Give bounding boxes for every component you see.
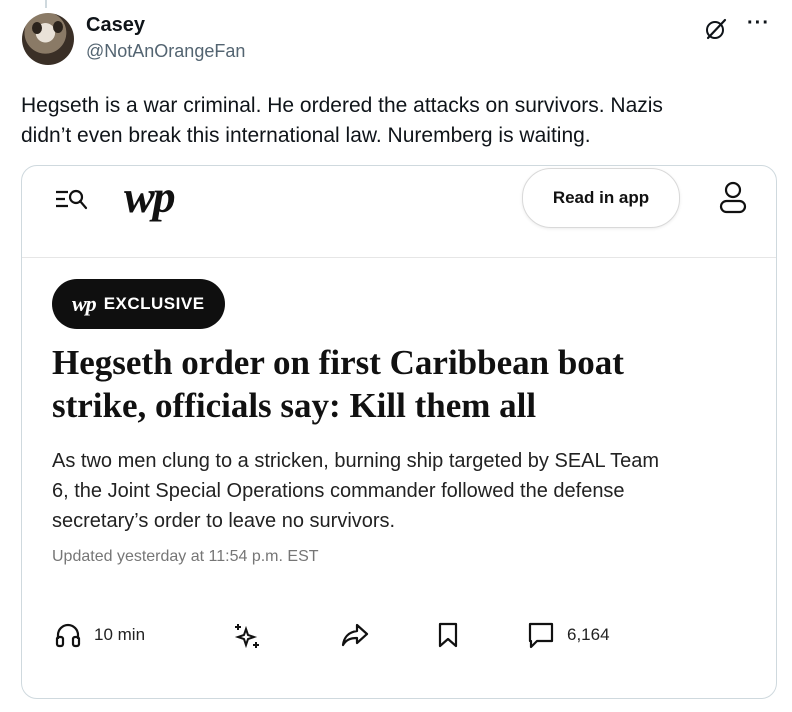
updated-timestamp: Updated yesterday at 11:54 p.m. EST <box>52 548 319 565</box>
article-headline[interactable]: Hegseth order on first Caribbean boat st… <box>52 341 742 427</box>
author-name[interactable]: Casey <box>86 14 145 37</box>
sparkle-icon <box>234 624 259 649</box>
tweet-text-line: didn’t even break this international law… <box>21 124 591 147</box>
gift-article-button[interactable] <box>232 621 262 651</box>
dek-line: secretary’s order to leave no survivors. <box>52 510 396 532</box>
comment-icon <box>528 622 554 649</box>
dek-line: 6, the Joint Special Operations commande… <box>52 480 625 502</box>
menu-search-icon[interactable] <box>54 186 90 214</box>
badge-label: EXCLUSIVE <box>103 294 205 313</box>
listen-button[interactable]: 10 min <box>54 621 145 649</box>
article-card[interactable]: wp Read in app wp EXCLUSIVE Hegseth orde… <box>21 165 777 699</box>
comments-button[interactable]: 6,164 <box>527 621 610 649</box>
grok-icon[interactable] <box>704 17 728 41</box>
author-handle[interactable]: @NotAnOrangeFan <box>86 41 245 62</box>
avatar-ear-left <box>32 22 42 34</box>
more-options-icon[interactable]: ··· <box>747 12 770 35</box>
badge-logo: wp <box>72 291 97 316</box>
headline-line: Hegseth order on first Caribbean boat <box>52 343 624 382</box>
save-button[interactable] <box>437 621 459 649</box>
tweet-text-line: Hegseth is a war criminal. He ordered th… <box>21 94 663 117</box>
share-arrow-icon <box>341 623 369 647</box>
exclusive-badge: wp EXCLUSIVE <box>52 279 225 329</box>
thread-connector-line <box>45 0 47 8</box>
washington-post-logo[interactable]: wp <box>124 170 176 223</box>
read-in-app-button[interactable]: Read in app <box>522 168 680 228</box>
user-icon[interactable] <box>718 180 748 214</box>
listen-duration: 10 min <box>94 625 146 644</box>
article-header: wp Read in app <box>22 166 776 258</box>
headphones-icon <box>55 623 81 648</box>
headline-line: strike, officials say: Kill them all <box>52 386 537 425</box>
tweet-text: Hegseth is a war criminal. He ordered th… <box>21 91 771 151</box>
bookmark-icon <box>438 622 458 648</box>
avatar-ear-right <box>53 21 63 33</box>
share-button[interactable] <box>340 621 370 649</box>
avatar[interactable] <box>22 13 74 65</box>
dek-line: As two men clung to a stricken, burning … <box>52 450 659 472</box>
comments-count: 6,164 <box>567 625 610 644</box>
article-dek: As two men clung to a stricken, burning … <box>52 446 752 536</box>
